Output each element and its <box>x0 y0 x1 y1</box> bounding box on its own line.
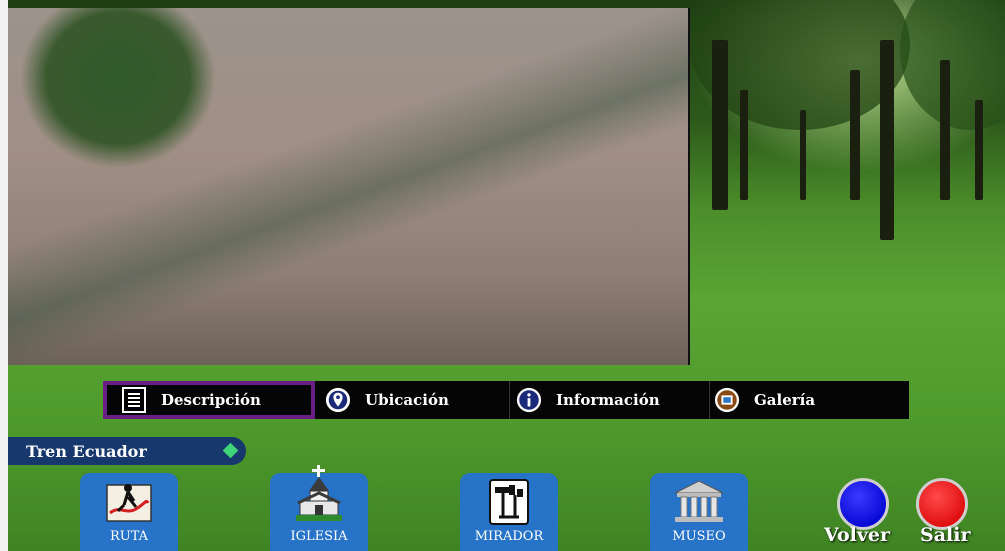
exit-button[interactable] <box>916 478 968 530</box>
nav-museo-button[interactable]: MUSEO <box>650 473 748 551</box>
location-pin-icon <box>325 387 351 413</box>
tab-descripcion[interactable]: Descripción <box>103 381 315 419</box>
nav-iglesia-button[interactable]: IGLESIA <box>270 465 368 551</box>
tree-trunk <box>880 40 894 240</box>
video-player[interactable] <box>8 8 690 365</box>
diamond-icon <box>222 442 239 459</box>
tab-label: Ubicación <box>365 391 449 409</box>
back-button[interactable] <box>837 478 889 530</box>
back-label: Volver <box>824 524 891 546</box>
tab-ubicacion[interactable]: Ubicación <box>315 381 509 419</box>
nav-mirador-button[interactable]: MIRADOR <box>460 473 558 551</box>
window-edge <box>0 0 8 551</box>
viewpoint-icon <box>489 479 529 529</box>
tree-trunk <box>940 60 950 200</box>
museum-icon <box>673 479 725 527</box>
tab-bar: Descripción Ubicación Información Galerí… <box>103 381 909 419</box>
tab-informacion[interactable]: Información <box>510 381 709 419</box>
exit-label: Salir <box>920 524 971 546</box>
route-map-icon <box>106 479 152 527</box>
info-icon <box>516 387 542 413</box>
nav-label: MUSEO <box>672 529 726 544</box>
location-text: Tren Ecuador <box>26 441 147 461</box>
gallery-icon <box>714 387 740 413</box>
nav-label: RUTA <box>109 529 149 544</box>
tree-trunk <box>975 100 983 200</box>
tab-label: Descripción <box>161 391 261 409</box>
church-icon <box>296 465 342 527</box>
tree-canopy <box>900 0 1005 130</box>
tree-trunk <box>712 40 728 210</box>
tab-galeria[interactable]: Galería <box>710 381 908 419</box>
document-icon <box>121 387 147 413</box>
tree-trunk <box>850 70 860 200</box>
tab-label: Galería <box>754 391 816 409</box>
location-label: Tren Ecuador <box>8 437 246 465</box>
nav-label: IGLESIA <box>290 529 348 544</box>
tree-trunk <box>800 110 806 200</box>
tab-label: Información <box>556 391 660 409</box>
nav-ruta-button[interactable]: RUTA <box>80 473 178 551</box>
tree-trunk <box>740 90 748 200</box>
nav-label: MIRADOR <box>474 529 544 544</box>
